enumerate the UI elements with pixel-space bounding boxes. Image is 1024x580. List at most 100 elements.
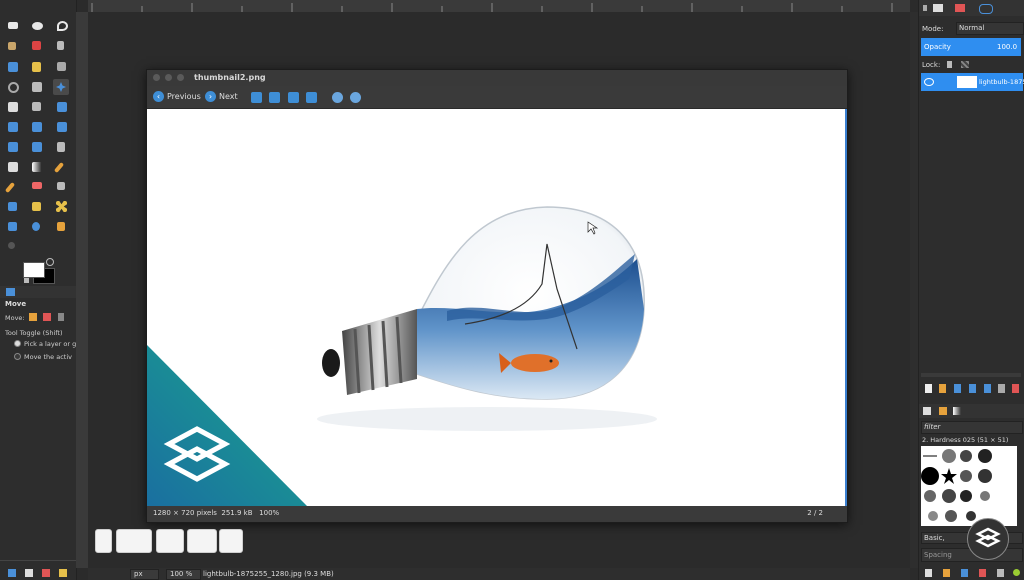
eraser-icon[interactable]: [32, 182, 42, 189]
pick-layer-radio[interactable]: [14, 340, 21, 347]
color-select-icon[interactable]: [32, 41, 41, 50]
flip-icon[interactable]: [8, 142, 18, 152]
shear-icon[interactable]: [32, 122, 42, 132]
paths-icon[interactable]: [32, 62, 41, 72]
gradients-tab-icon[interactable]: [953, 407, 961, 415]
heal-icon[interactable]: [56, 201, 67, 212]
unit-select[interactable]: px: [130, 569, 159, 580]
tool-options-tab-icon[interactable]: [6, 288, 15, 296]
zoom-fit-icon[interactable]: [288, 92, 299, 103]
brush-edit-icon[interactable]: [925, 569, 932, 577]
foreground-select-icon[interactable]: [8, 62, 18, 72]
color-picker-icon[interactable]: [57, 62, 66, 71]
close-window-button[interactable]: [153, 74, 160, 81]
rotate-icon[interactable]: [57, 102, 67, 112]
previous-button[interactable]: ‹ Previous: [153, 91, 201, 102]
lower-layer-icon[interactable]: [969, 384, 976, 393]
tool-options-tabbar: [0, 286, 76, 298]
rotate-right-icon[interactable]: [350, 92, 361, 103]
raise-layer-icon[interactable]: [954, 384, 961, 393]
scissors-icon[interactable]: [57, 41, 64, 50]
move-layer-icon[interactable]: [29, 313, 37, 321]
thumbnail-2[interactable]: [116, 529, 152, 553]
layers-scrollbar[interactable]: [921, 373, 1021, 377]
image-viewer-window: thumbnail2.png ‹ Previous › Next 1280 × …: [146, 69, 848, 523]
pencil-icon[interactable]: [53, 162, 65, 173]
lasso-icon[interactable]: [57, 21, 68, 31]
restore-options-icon[interactable]: [25, 569, 33, 577]
bucket-fill-icon[interactable]: [8, 162, 18, 172]
move-selection-icon[interactable]: [43, 313, 51, 321]
rotate-left-icon[interactable]: [332, 92, 343, 103]
brush-delete-icon[interactable]: [979, 569, 986, 577]
delete-layer-icon[interactable]: [1012, 384, 1019, 393]
move-path-icon[interactable]: [58, 313, 64, 321]
ink-icon[interactable]: [8, 202, 17, 211]
align-icon[interactable]: [8, 102, 18, 112]
perspective-clone-icon[interactable]: [8, 222, 17, 231]
brush-refresh-icon[interactable]: [997, 569, 1004, 577]
smudge-icon[interactable]: [57, 222, 65, 231]
foreground-color-swatch[interactable]: [23, 262, 45, 278]
opacity-slider[interactable]: Opacity 100.0: [921, 38, 1021, 56]
next-button[interactable]: › Next: [205, 91, 238, 102]
layer-row[interactable]: lightbulb-1875: [921, 73, 1024, 91]
zoom-icon[interactable]: [8, 82, 19, 93]
save-options-icon[interactable]: [8, 569, 16, 577]
dock-menu-icon[interactable]: [923, 5, 927, 11]
perspective-icon[interactable]: [57, 122, 67, 132]
zoom-out-icon[interactable]: [269, 92, 280, 103]
rect-select-icon[interactable]: [8, 22, 18, 29]
new-layer-group-icon[interactable]: [939, 384, 946, 393]
zoom-in-icon[interactable]: [251, 92, 262, 103]
default-colors-icon[interactable]: [24, 278, 29, 283]
maximize-window-button[interactable]: [177, 74, 184, 81]
move-tool-icon[interactable]: [53, 79, 69, 95]
anchor-layer-icon[interactable]: [998, 384, 1005, 393]
swap-colors-icon[interactable]: [46, 258, 54, 266]
gradient-icon[interactable]: [32, 162, 42, 172]
minimize-window-button[interactable]: [165, 74, 172, 81]
cage-icon[interactable]: [32, 142, 42, 152]
ellipse-select-icon[interactable]: [32, 22, 43, 30]
layers-tab-icon[interactable]: [933, 4, 943, 12]
canvas-vertical-scrollbar[interactable]: [910, 12, 918, 568]
scale-icon[interactable]: [8, 122, 18, 132]
mode-select[interactable]: Normal: [956, 22, 1024, 35]
delete-options-icon[interactable]: [42, 569, 50, 577]
reset-options-icon[interactable]: [59, 569, 67, 577]
brush-grid[interactable]: [921, 446, 1017, 526]
fuzzy-select-icon[interactable]: [8, 42, 16, 50]
patterns-tab-icon[interactable]: [939, 407, 947, 415]
lock-pixels-icon[interactable]: [947, 61, 952, 68]
new-layer-icon[interactable]: [925, 384, 932, 393]
airbrush-icon[interactable]: [57, 182, 65, 190]
layer-visibility-icon[interactable]: [924, 78, 934, 86]
brushes-tab-icon[interactable]: [923, 407, 931, 415]
thumbnail-3[interactable]: [156, 529, 184, 553]
zoom-original-icon[interactable]: [306, 92, 317, 103]
blur-icon[interactable]: [32, 222, 40, 231]
mode-value: Normal: [959, 24, 985, 32]
duplicate-layer-icon[interactable]: [984, 384, 991, 393]
measure-icon[interactable]: [32, 82, 42, 92]
clone-icon[interactable]: [32, 202, 41, 211]
paintbrush-icon[interactable]: [4, 182, 16, 193]
brush-new-icon[interactable]: [943, 569, 950, 577]
crop-icon[interactable]: [32, 102, 41, 111]
brush-duplicate-icon[interactable]: [961, 569, 968, 577]
brush-filter-input[interactable]: filter: [921, 421, 1023, 434]
opacity-label: Opacity: [924, 43, 951, 51]
paths-tab-icon[interactable]: [979, 4, 993, 14]
text-icon[interactable]: [57, 142, 65, 152]
brush-open-icon[interactable]: [1013, 569, 1020, 576]
thumbnail-1[interactable]: [95, 529, 112, 553]
thumbnail-5[interactable]: [219, 529, 243, 553]
move-active-radio[interactable]: [14, 353, 21, 360]
thumbnail-4[interactable]: [187, 529, 217, 553]
lock-alpha-icon[interactable]: [961, 61, 969, 68]
zoom-select[interactable]: 100 %: [166, 569, 201, 580]
dodge-burn-icon[interactable]: [8, 242, 15, 249]
next-label: Next: [219, 92, 238, 101]
channels-tab-icon[interactable]: [955, 4, 965, 12]
